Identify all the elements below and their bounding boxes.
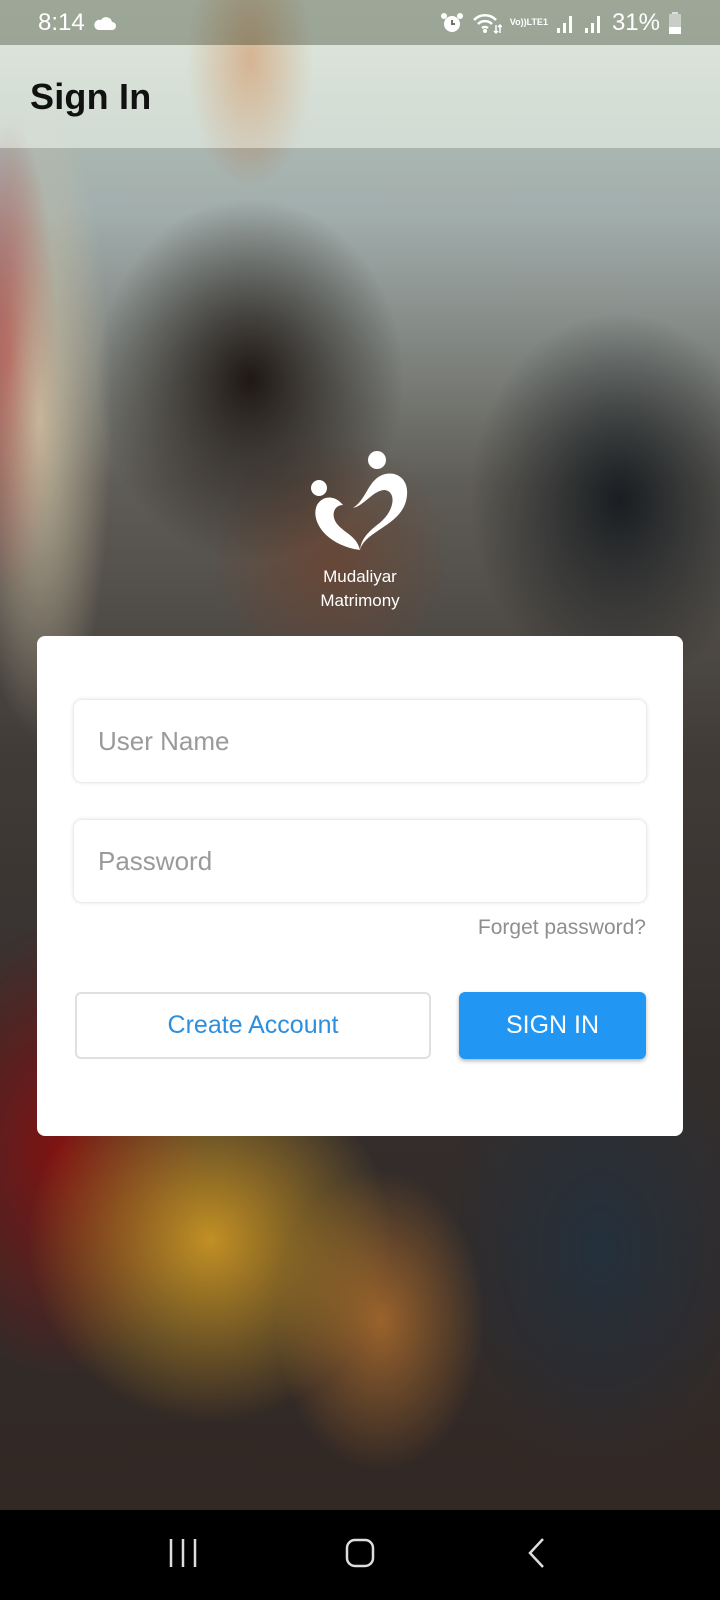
- username-input[interactable]: [74, 700, 646, 782]
- page-title: Sign In: [30, 75, 152, 117]
- app-logo: Mudaliyar Matrimony: [300, 450, 420, 610]
- recents-button[interactable]: [153, 1525, 213, 1585]
- status-bar: 8:14 Vo)) LTE1 31%: [0, 0, 720, 45]
- wifi-icon: [472, 11, 502, 35]
- create-account-button[interactable]: Create Account: [75, 992, 431, 1059]
- logo-text-line1: Mudaliyar: [323, 567, 397, 586]
- back-button[interactable]: [507, 1525, 567, 1585]
- sign-in-card: Forget password? Create Account SIGN IN: [37, 636, 683, 1136]
- status-time: 8:14: [38, 8, 85, 36]
- alarm-icon: [440, 11, 464, 35]
- system-nav-bar: [0, 1510, 720, 1600]
- forgot-password-link[interactable]: Forget password?: [478, 916, 646, 940]
- battery-icon: [668, 11, 682, 35]
- recents-icon: [168, 1537, 198, 1574]
- app-header: Sign In: [0, 45, 720, 148]
- volte-icon: Vo)) LTE1: [509, 17, 548, 27]
- logo-mark-icon: [305, 450, 415, 565]
- cloud-icon: [93, 15, 117, 31]
- logo-text-line2: Matrimony: [320, 591, 400, 610]
- home-button[interactable]: [330, 1525, 390, 1585]
- password-input[interactable]: [74, 820, 646, 902]
- signal-icon: [584, 12, 604, 34]
- signal-icon: [556, 12, 576, 34]
- battery-percent: 31%: [611, 8, 660, 36]
- sign-in-button[interactable]: SIGN IN: [459, 992, 646, 1059]
- back-icon: [525, 1536, 549, 1575]
- home-icon: [344, 1537, 376, 1574]
